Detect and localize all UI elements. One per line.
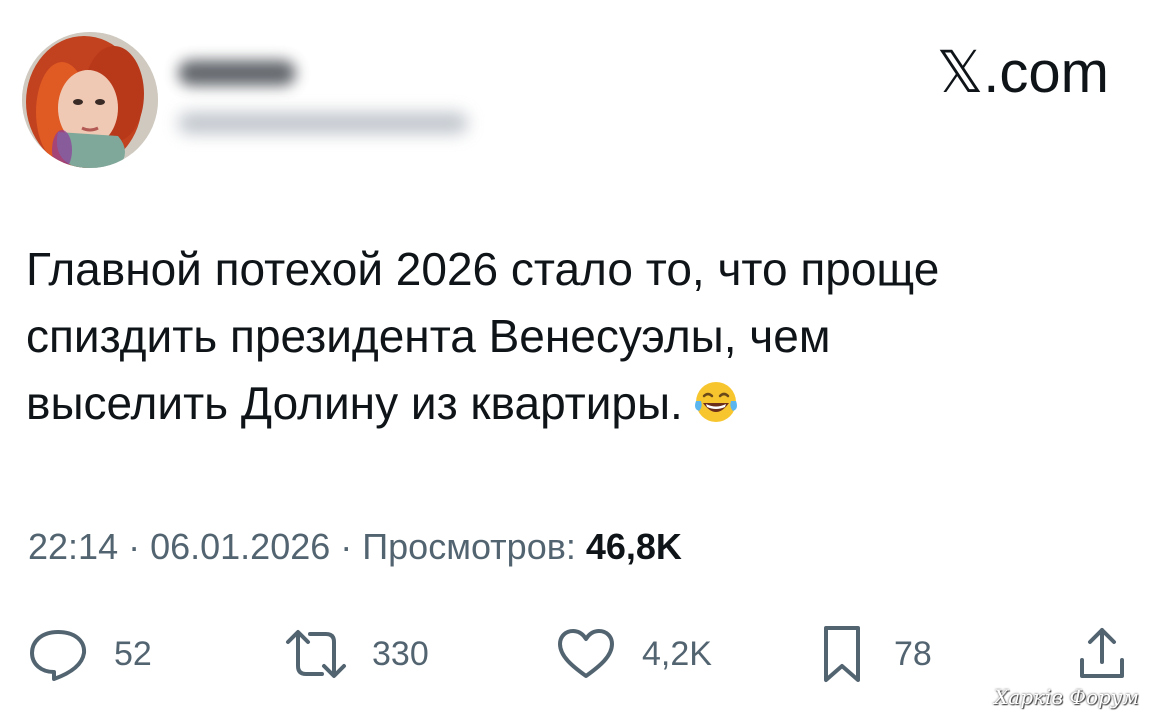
share-button[interactable]	[1072, 614, 1132, 694]
tweet-text-line-content: выселить Долину из квартиры.	[26, 377, 683, 429]
bookmark-count: 78	[894, 634, 932, 673]
reply-count: 52	[114, 634, 152, 673]
avatar[interactable]	[22, 32, 158, 168]
repost-icon	[286, 630, 346, 678]
action-bar: 52 330 4,2K 78	[0, 614, 1157, 694]
meta-separator: ·	[118, 526, 151, 567]
meta-separator: ·	[330, 526, 363, 567]
bookmark-icon	[824, 626, 860, 682]
tweet-time[interactable]: 22:14	[28, 526, 118, 567]
share-icon	[1080, 628, 1124, 678]
tweet-text-line: Главной потехой 2026 стало то, что проще	[26, 243, 940, 295]
tweet-text: Главной потехой 2026 стало то, что проще…	[26, 236, 1126, 445]
heart-icon	[558, 629, 614, 678]
brand-logo: 𝕏.com	[936, 40, 1109, 105]
repost-count: 330	[372, 634, 429, 673]
tweet-date[interactable]: 06.01.2026	[150, 526, 330, 567]
bookmark-button[interactable]: 78	[812, 614, 932, 694]
repost-button[interactable]: 330	[282, 614, 429, 694]
tweet-text-line: спиздить президента Венесуэлы, чем	[26, 310, 831, 362]
tweet-meta: 22:14 · 06.01.2026 · Просмотров: 46,8K	[28, 526, 682, 568]
reply-icon	[30, 630, 87, 681]
avatar-image	[22, 32, 158, 168]
like-count: 4,2K	[642, 634, 712, 673]
face-with-tears-of-joy-icon	[691, 377, 741, 445]
views-label: Просмотров:	[362, 526, 576, 567]
author-name-redacted[interactable]	[178, 60, 296, 86]
views-count[interactable]: 46,8K	[586, 526, 682, 567]
author-handle-redacted[interactable]	[178, 112, 468, 134]
watermark: Харків Форум	[994, 685, 1139, 709]
tweet-text-line: выселить Долину из квартиры.	[26, 370, 1126, 445]
like-button[interactable]: 4,2K	[552, 614, 712, 694]
reply-button[interactable]: 52	[24, 614, 152, 694]
